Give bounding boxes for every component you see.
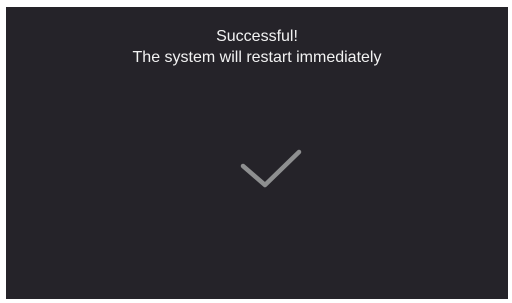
success-title: Successful! [216, 28, 298, 45]
success-screen: Successful! The system will restart imme… [6, 7, 508, 299]
status-message: Successful! The system will restart imme… [6, 26, 508, 68]
restart-notice: The system will restart immediately [132, 49, 382, 66]
checkmark-icon [240, 149, 302, 188]
